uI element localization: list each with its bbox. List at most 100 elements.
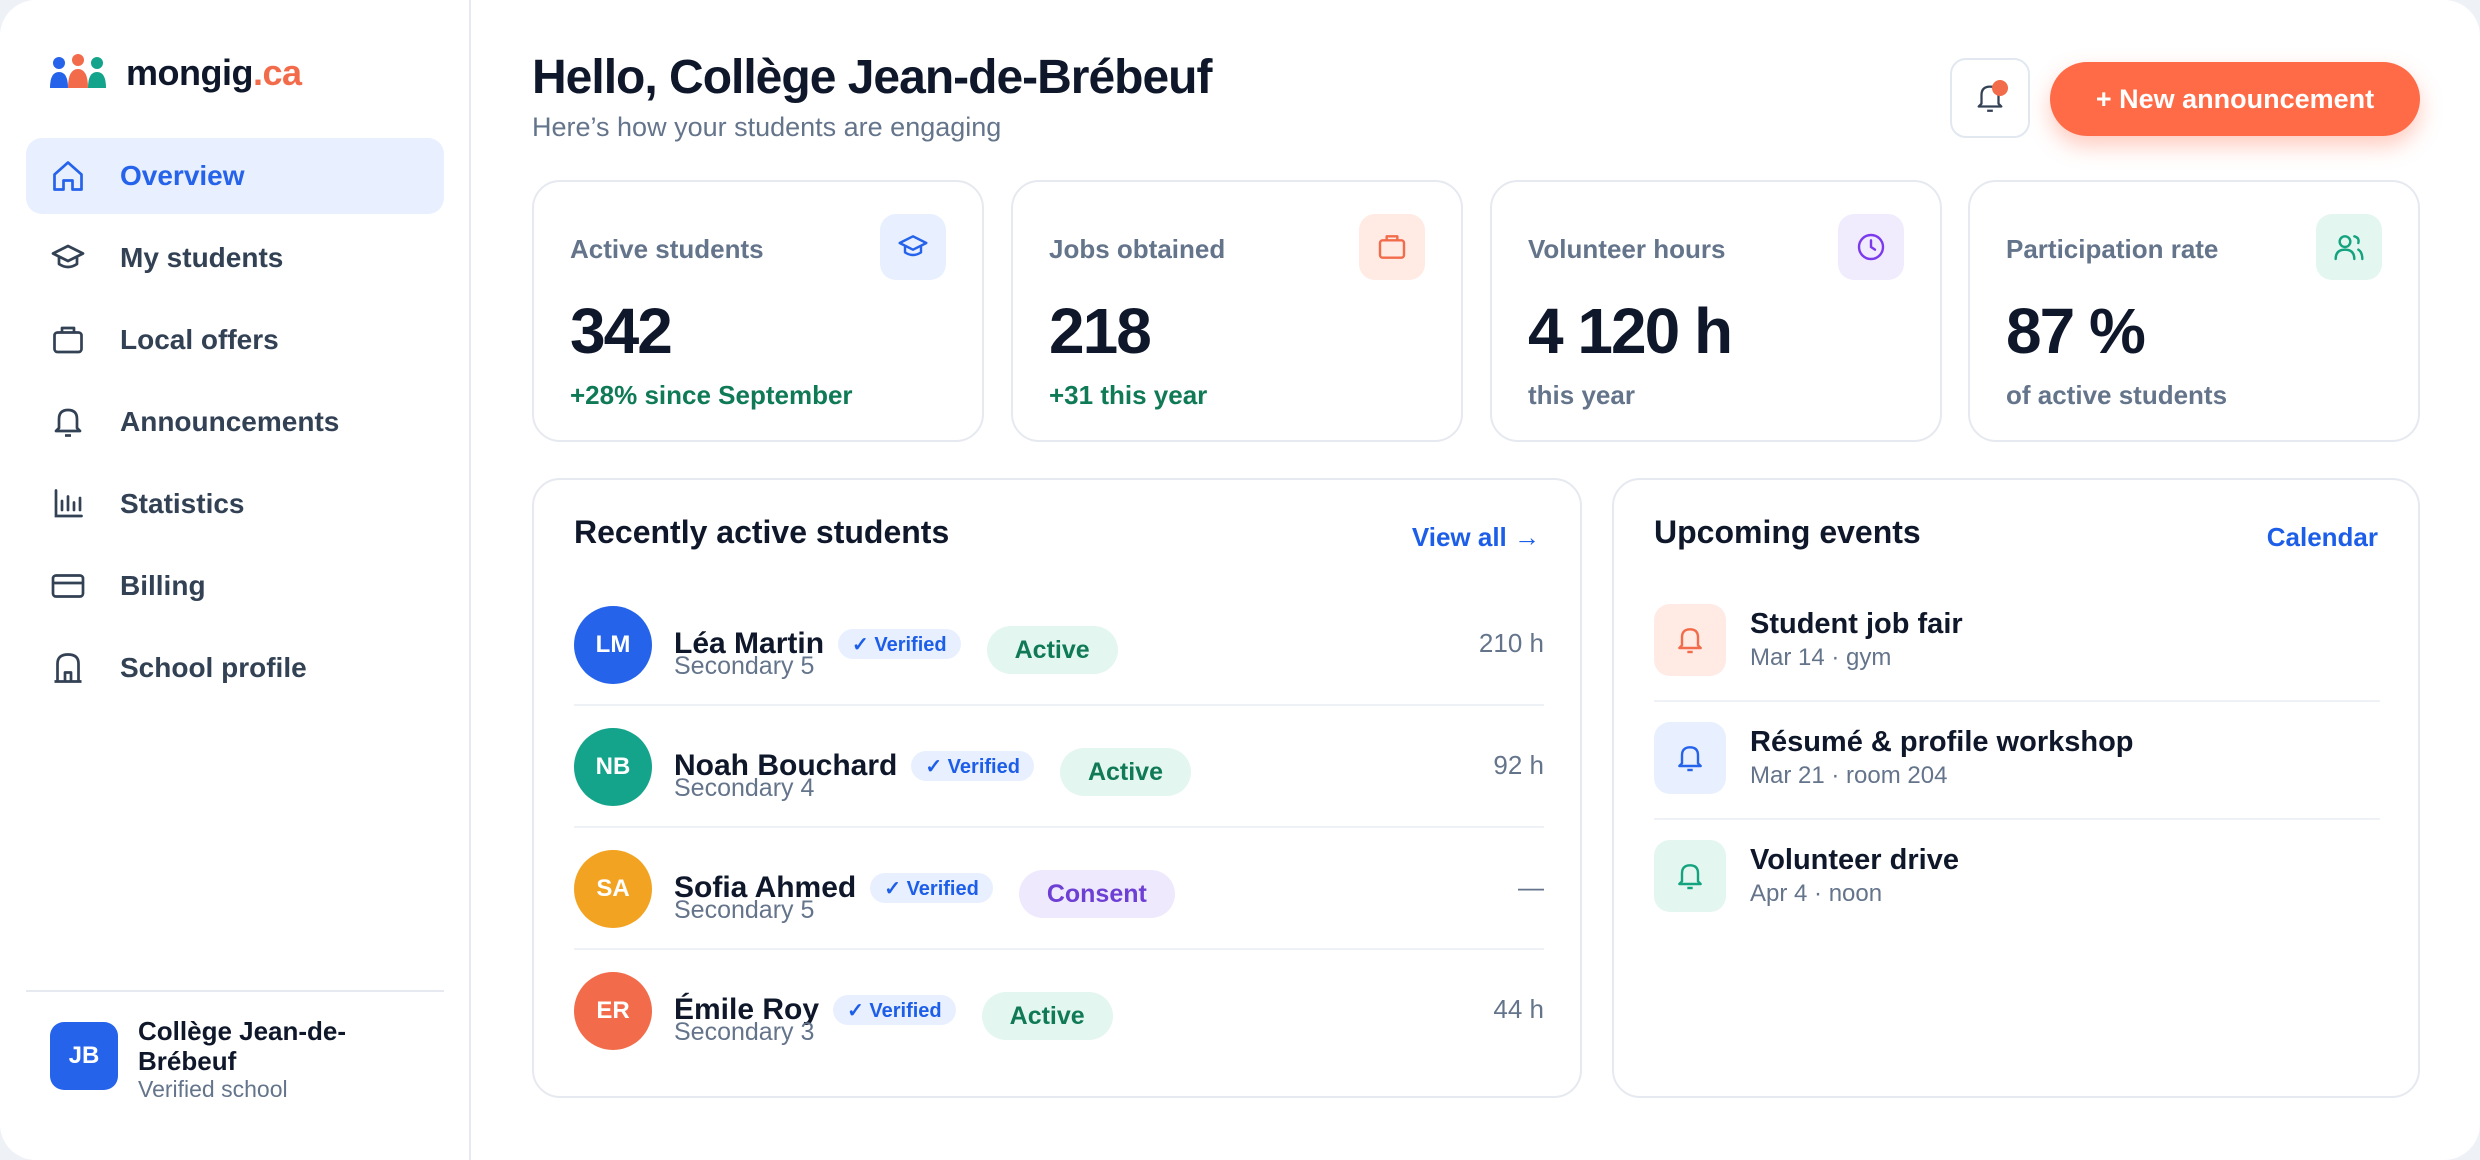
event-title: Volunteer drive — [1750, 844, 1959, 876]
sidebar-item-label: My students — [120, 242, 284, 273]
credit-card-icon — [51, 574, 85, 598]
page-title: Hello, Collège Jean-de-Brébeuf — [532, 51, 1212, 104]
stat-foot: this year — [1528, 380, 1635, 410]
list-item[interactable]: Volunteer drive Apr 4 · noon — [1654, 820, 2380, 938]
status-badge: Active — [981, 992, 1113, 1040]
stat-value: 87 % — [2006, 295, 2146, 367]
event-title: Résumé & profile workshop — [1750, 726, 2134, 758]
student-hours: — — [1518, 872, 1544, 902]
sidebar-nav: Overview My students Local offers Announ… — [26, 138, 444, 712]
event-details: Mar 21 · room 204 — [1750, 762, 1948, 789]
bell-icon — [1654, 840, 1726, 912]
stat-label: Volunteer hours — [1528, 234, 1726, 264]
page-subtitle: Here’s how your students are engaging — [532, 112, 1002, 142]
school-account[interactable]: JB Collège Jean-de-Brébeuf Verified scho… — [50, 1016, 378, 1102]
sidebar-item-announcements[interactable]: Announcements — [26, 384, 444, 460]
brand-name: mongig.ca — [126, 52, 302, 93]
student-hours: 92 h — [1493, 750, 1544, 780]
bar-chart-icon — [54, 489, 83, 518]
student-hours: 210 h — [1478, 628, 1544, 658]
stat-value: 4 120 h — [1528, 295, 1733, 367]
stat-card-volunteer-hours: Volunteer hours 4 120 h this year — [1490, 180, 1942, 442]
status-badge: Active — [1059, 748, 1191, 796]
notifications-button[interactable] — [1950, 58, 2030, 138]
table-row[interactable]: ER Émile Roy ✓ Verified Active Secondary… — [574, 950, 1544, 1072]
status-badge: Consent — [1018, 870, 1175, 918]
students-list: LM Léa Martin ✓ Verified Active Secondar… — [574, 584, 1544, 1072]
sidebar-item-local-offers[interactable]: Local offers — [26, 302, 444, 378]
sidebar-divider — [26, 990, 444, 992]
table-row[interactable]: SA Sofia Ahmed ✓ Verified Consent Second… — [574, 828, 1544, 950]
table-row[interactable]: NB Noah Bouchard ✓ Verified Active Secon… — [574, 706, 1544, 828]
bell-icon — [54, 408, 82, 437]
sidebar-item-label: Billing — [120, 570, 206, 601]
event-title: Student job fair — [1750, 608, 1963, 640]
sidebar-item-label: Overview — [120, 160, 245, 191]
sidebar-item-billing[interactable]: Billing — [26, 548, 444, 624]
table-row[interactable]: LM Léa Martin ✓ Verified Active Secondar… — [574, 584, 1544, 706]
main-content: Hello, Collège Jean-de-Brébeuf Here’s ho… — [532, 0, 2420, 1160]
users-icon — [2316, 214, 2382, 280]
stats-row: Active students 342 +28% since September… — [532, 180, 2420, 442]
graduation-cap-icon — [880, 214, 946, 280]
stat-label: Jobs obtained — [1049, 234, 1226, 264]
new-announcement-button[interactable]: + New announcement — [2050, 62, 2420, 136]
sidebar-item-label: School profile — [120, 652, 307, 683]
list-item[interactable]: Résumé & profile workshop Mar 21 · room … — [1654, 702, 2380, 820]
view-all-link[interactable]: View all → — [1412, 522, 1540, 553]
avatar: SA — [574, 850, 652, 928]
stat-card-active-students: Active students 342 +28% since September — [532, 180, 984, 442]
verified-badge: ✓ Verified — [838, 629, 961, 659]
sidebar-item-label: Local offers — [120, 324, 279, 355]
briefcase-icon — [1359, 214, 1425, 280]
stat-foot: of active students — [2006, 380, 2228, 410]
verified-badge: ✓ Verified — [870, 873, 993, 903]
student-grade: Secondary 5 — [674, 652, 815, 680]
upcoming-events-panel: Upcoming events Calendar Student job fai… — [1612, 478, 2420, 1098]
status-badge: Active — [986, 626, 1118, 674]
graduation-cap-icon — [51, 244, 85, 269]
school-building-icon — [54, 653, 82, 683]
avatar: NB — [574, 728, 652, 806]
list-item[interactable]: Student job fair Mar 14 · gym — [1654, 584, 2380, 702]
sidebar-item-my-students[interactable]: My students — [26, 220, 444, 296]
stat-label: Participation rate — [2006, 234, 2219, 264]
school-status: Verified school — [138, 1076, 288, 1102]
avatar: ER — [574, 972, 652, 1050]
student-grade: Secondary 5 — [674, 896, 815, 924]
panel-title: Upcoming events — [1654, 514, 1921, 550]
events-list: Student job fair Mar 14 · gym Résumé & p… — [1654, 584, 2380, 938]
clock-icon — [1838, 214, 1904, 280]
student-grade: Secondary 3 — [674, 1018, 815, 1046]
stat-label: Active students — [570, 234, 764, 264]
student-grade: Secondary 4 — [674, 774, 815, 802]
brand-logo[interactable]: mongig.ca — [50, 52, 302, 94]
verified-badge: ✓ Verified — [833, 995, 956, 1025]
sidebar-item-label: Announcements — [120, 406, 340, 437]
sidebar-item-overview[interactable]: Overview — [26, 138, 444, 214]
people-logo-icon — [50, 54, 106, 88]
student-hours: 44 h — [1493, 994, 1544, 1024]
event-details: Apr 4 · noon — [1750, 880, 1883, 907]
bell-icon — [1654, 722, 1726, 794]
calendar-link[interactable]: Calendar — [2267, 522, 2378, 553]
event-details: Mar 14 · gym — [1750, 644, 1892, 671]
home-icon — [53, 161, 83, 191]
recent-students-panel: Recently active students View all → LM L… — [532, 478, 1582, 1098]
app-window: mongig.ca Overview My students Local off… — [0, 0, 2480, 1160]
stat-card-jobs-obtained: Jobs obtained 218 +31 this year — [1011, 180, 1463, 442]
notification-dot — [1992, 80, 2008, 96]
stat-value: 342 — [570, 295, 673, 367]
bell-icon — [1654, 604, 1726, 676]
avatar: JB — [50, 1022, 118, 1090]
stat-foot: +31 this year — [1049, 380, 1208, 410]
sidebar-item-school-profile[interactable]: School profile — [26, 630, 444, 706]
stat-card-participation-rate: Participation rate 87 % of active studen… — [1968, 180, 2420, 442]
sidebar-item-statistics[interactable]: Statistics — [26, 466, 444, 542]
verified-badge: ✓ Verified — [911, 751, 1034, 781]
panel-title: Recently active students — [574, 514, 950, 550]
avatar: LM — [574, 606, 652, 684]
school-name: Collège Jean-de-Brébeuf — [138, 1016, 347, 1076]
stat-foot: +28% since September — [570, 380, 853, 410]
briefcase-icon — [53, 326, 83, 354]
